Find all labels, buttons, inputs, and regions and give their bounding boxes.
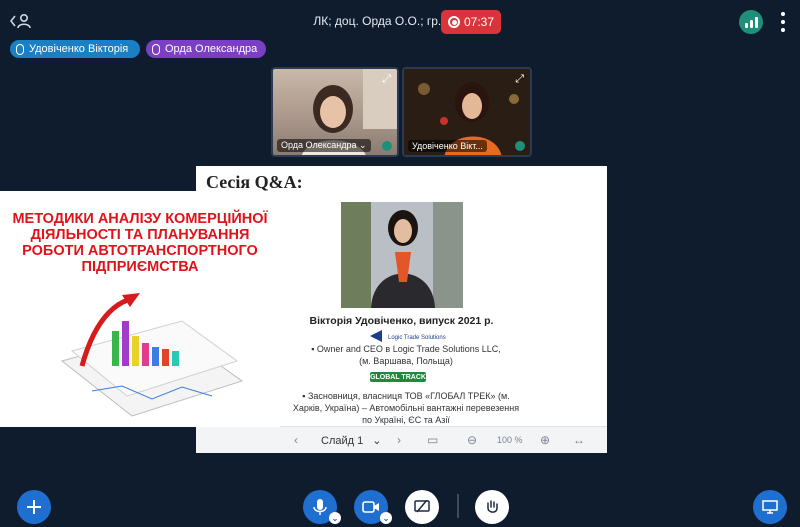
raise-hand-button[interactable] (475, 490, 509, 524)
chart-illustration (60, 293, 244, 417)
logo-text: Logic Trade Solutions (388, 335, 446, 341)
microphone-icon (313, 499, 327, 515)
record-icon (448, 16, 460, 28)
zoom-in-icon[interactable]: ⊕ (540, 433, 550, 447)
participant-name: Удовіченко Вікт... (408, 140, 487, 152)
recording-time: 07:37 (463, 15, 494, 29)
speaker-name: Орда Олександра (165, 43, 258, 55)
dot (781, 12, 785, 16)
connection-status-button[interactable] (739, 10, 763, 34)
expand-icon[interactable]: ⤢ (382, 73, 391, 86)
dot (781, 28, 785, 32)
speaker-name: Удовіченко Вікторія (29, 43, 129, 55)
dot (781, 20, 785, 24)
microphone-icon (16, 43, 24, 55)
slide-controls: ‹ Слайд 1 ⌄ › ▭ ⊖ 100 % ⊕ ↔ (196, 426, 607, 453)
signal-bar (744, 23, 748, 28)
raise-hand-icon (487, 500, 498, 513)
bullet-logic-trade: ▪ Owner and CEO в Logic Trade Solutions … (311, 344, 501, 366)
chevron-down-icon: ⌄ (372, 435, 382, 447)
options-menu-button[interactable] (780, 12, 786, 32)
bottom-toolbar (0, 480, 800, 527)
microphone-icon (515, 141, 525, 151)
camera-options-icon[interactable]: ⌄ (380, 512, 392, 524)
slide-label: Слайд 1 (321, 435, 364, 447)
expand-icon[interactable]: ⤢ (515, 73, 524, 86)
whiteboard-icon[interactable]: ▭ (427, 433, 438, 447)
top-bar: ЛК; доц. Орда О.О.; гр. Т-51-24 07:37 (0, 0, 800, 42)
screen-share-button[interactable] (405, 490, 439, 524)
microphone-icon (382, 141, 392, 151)
recording-indicator[interactable]: 07:37 (441, 10, 501, 34)
speaker-photo (341, 202, 463, 308)
signal-bar (754, 17, 758, 28)
slide-selector[interactable]: Слайд 1 ⌄ (321, 434, 382, 447)
book-title: МЕТОДИКИ АНАЛІЗУ КОМЕРЦІЙНОЇ ДІЯЛЬНОСТІ … (12, 211, 268, 275)
previous-slide-icon[interactable]: ‹ (294, 433, 298, 447)
participant-name: Орда Олександра ⌄ (277, 139, 371, 152)
signal-bar (749, 20, 753, 28)
talking-indicator-orda[interactable]: Орда Олександра (146, 40, 266, 58)
plus-icon (27, 500, 41, 514)
meeting-title: ЛК; доц. Орда О.О.; гр. Т-51-24 (313, 14, 487, 28)
video-tile-udovichenko[interactable]: ⤢ Удовіченко Вікт... (402, 67, 532, 157)
talking-indicator-udovichenko[interactable]: Удовіченко Вікторія (10, 40, 140, 58)
toolbar-divider (457, 494, 459, 518)
video-tile-orda[interactable]: ⤢ Орда Олександра ⌄ (271, 67, 399, 157)
logic-trade-logo: Logic Trade Solutions (368, 328, 464, 344)
global-track-logo: GLOBAL TRACK (370, 372, 426, 382)
camera-icon (362, 501, 379, 513)
slide-title: Сесія Q&A: (206, 172, 303, 192)
fit-width-icon[interactable]: ↔ (573, 433, 585, 447)
actions-button[interactable] (17, 490, 51, 524)
zoom-level: 100 % (497, 435, 523, 445)
mic-options-icon[interactable]: ⌄ (329, 512, 341, 524)
screen-share-icon (414, 500, 430, 513)
bullet-global-track: ▪ Засновниця, власниця ТОВ «ГЛОБАЛ ТРЕК»… (292, 391, 520, 425)
presentation-toggle-button[interactable] (753, 490, 787, 524)
microphone-icon (152, 43, 160, 55)
next-slide-icon[interactable]: › (397, 433, 401, 447)
presentation-icon (762, 500, 778, 514)
zoom-out-icon[interactable]: ⊖ (467, 433, 477, 447)
book-cover-image: МЕТОДИКИ АНАЛІЗУ КОМЕРЦІЙНОЇ ДІЯЛЬНОСТІ … (0, 191, 280, 427)
